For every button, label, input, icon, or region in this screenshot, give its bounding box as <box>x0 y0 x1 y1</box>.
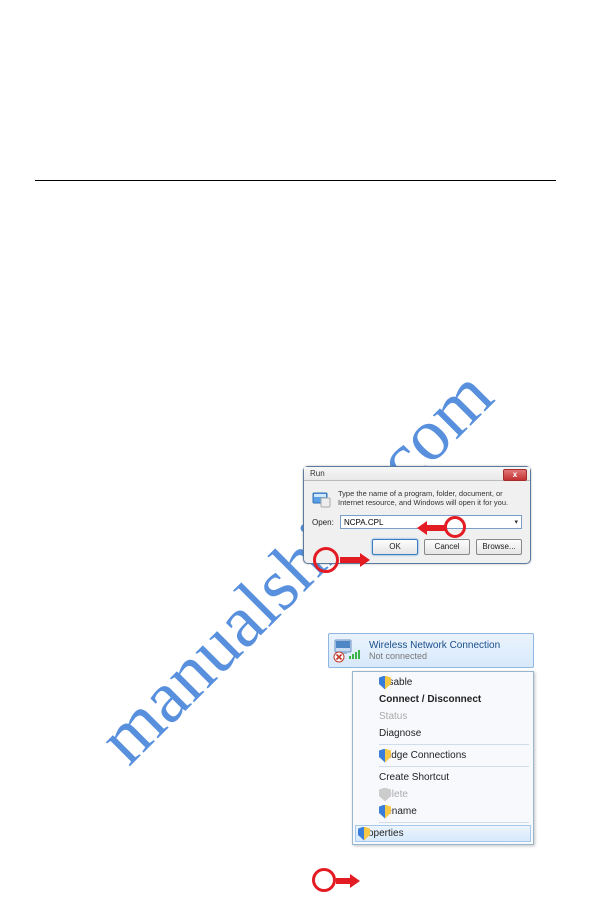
menu-label: Diagnose <box>379 728 421 739</box>
run-message: Type the name of a program, folder, docu… <box>338 489 522 509</box>
menu-label: Status <box>379 711 407 722</box>
section-divider <box>35 180 556 181</box>
menu-item-shortcut[interactable]: Create Shortcut <box>353 769 533 786</box>
shield-icon <box>379 805 393 819</box>
menu-label: Connect / Disconnect <box>379 694 481 705</box>
run-title-text: Run <box>310 469 325 478</box>
connection-icon <box>333 637 363 663</box>
connection-header[interactable]: Wireless Network Connection Not connecte… <box>328 633 534 668</box>
menu-item-delete: Delete <box>353 786 533 803</box>
open-input-value: NCPA.CPL <box>344 518 383 527</box>
run-body: Type the name of a program, folder, docu… <box>304 481 530 513</box>
run-titlebar: Run x <box>304 467 530 481</box>
connection-status: Not connected <box>369 651 500 661</box>
shield-icon <box>379 788 393 802</box>
annotation-arrow-input <box>417 521 445 535</box>
close-button[interactable]: x <box>503 469 527 481</box>
menu-item-properties[interactable]: Properties <box>355 825 531 842</box>
menu-separator <box>379 766 529 767</box>
menu-item-connect[interactable]: Connect / Disconnect <box>353 691 533 708</box>
annotation-arrow-properties <box>336 874 360 888</box>
context-menu: Disable Connect / Disconnect Status Diag… <box>352 671 534 845</box>
menu-item-disable[interactable]: Disable <box>353 674 533 691</box>
shield-icon <box>358 827 372 841</box>
annotation-circle-input <box>444 516 466 538</box>
annotation-arrow-ok <box>340 553 370 567</box>
menu-item-diagnose[interactable]: Diagnose <box>353 725 533 742</box>
menu-item-status: Status <box>353 708 533 725</box>
connection-title: Wireless Network Connection <box>369 640 500 651</box>
run-dialog: Run x Type the name of a program, folder… <box>303 466 531 564</box>
menu-separator <box>379 744 529 745</box>
menu-item-rename[interactable]: Rename <box>353 803 533 820</box>
shield-icon <box>379 676 393 690</box>
shield-icon <box>379 749 393 763</box>
menu-item-bridge[interactable]: Bridge Connections <box>353 747 533 764</box>
open-label: Open: <box>312 518 336 527</box>
menu-label: Create Shortcut <box>379 772 449 783</box>
browse-button[interactable]: Browse... <box>476 539 522 555</box>
annotation-circle-properties <box>312 868 336 892</box>
run-program-icon <box>312 489 332 509</box>
ok-button[interactable]: OK <box>372 539 418 555</box>
page-content: Run x Type the name of a program, folder… <box>0 180 591 181</box>
menu-separator <box>379 822 529 823</box>
annotation-circle-ok <box>313 547 339 573</box>
wireless-connection-block: Wireless Network Connection Not connecte… <box>328 633 534 845</box>
cancel-button[interactable]: Cancel <box>424 539 470 555</box>
